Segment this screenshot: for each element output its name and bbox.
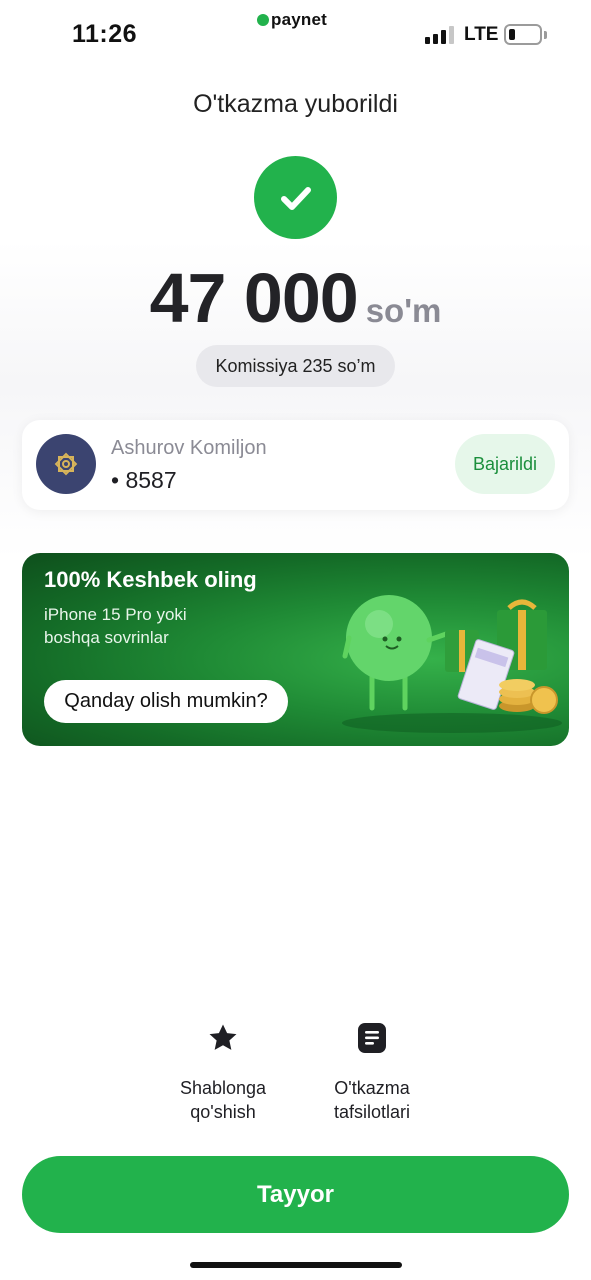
cashback-promo-banner[interactable]: 100% Keshbek oling iPhone 15 Pro yoki bo… — [22, 553, 569, 746]
recipient-card[interactable]: Ashurov Komiljon • 8587 Bajarildi — [22, 420, 569, 510]
currency-label: so'm — [365, 292, 442, 329]
transfer-amount: 47 000 — [149, 259, 359, 337]
page-title: O'tkazma yuborildi — [193, 90, 398, 118]
bank-logo-icon — [36, 434, 96, 494]
commission-badge: Komissiya 235 so’m — [196, 345, 395, 387]
recipient-name: Ashurov Komiljon — [111, 437, 267, 459]
promo-how-to-button[interactable]: Qanday olish mumkin? — [44, 680, 288, 723]
battery-icon — [504, 24, 547, 45]
status-time: 11:26 — [72, 20, 138, 48]
signal-icon — [425, 26, 454, 44]
done-button[interactable]: Tayyor — [22, 1156, 569, 1233]
network-type: LTE — [464, 24, 499, 45]
add-to-template-label: Shablonga qo'shish — [179, 1078, 267, 1122]
brand-name: paynet — [271, 10, 327, 29]
status-badge: Bajarildi — [455, 434, 555, 494]
promo-title: 100% Keshbek oling — [44, 567, 257, 592]
star-icon — [148, 1018, 298, 1058]
transfer-details-action[interactable]: O'tkazma tafsilotlari — [297, 1018, 447, 1124]
amount-row: 47 000 so'm — [0, 258, 591, 338]
promo-subtitle: iPhone 15 Pro yoki boshqa sovrinlar — [44, 605, 187, 647]
brand-dot-icon — [257, 14, 269, 26]
document-icon — [297, 1018, 447, 1058]
add-to-template-action[interactable]: Shablonga qo'shish — [148, 1018, 298, 1124]
transfer-details-label: O'tkazma tafsilotlari — [333, 1078, 411, 1122]
brand-logo: paynet — [257, 10, 327, 30]
mascot-with-gifts-illustration — [342, 595, 562, 733]
checkmark-icon — [254, 156, 337, 239]
recipient-card-number: • 8587 — [111, 467, 177, 493]
home-indicator[interactable] — [190, 1262, 402, 1268]
